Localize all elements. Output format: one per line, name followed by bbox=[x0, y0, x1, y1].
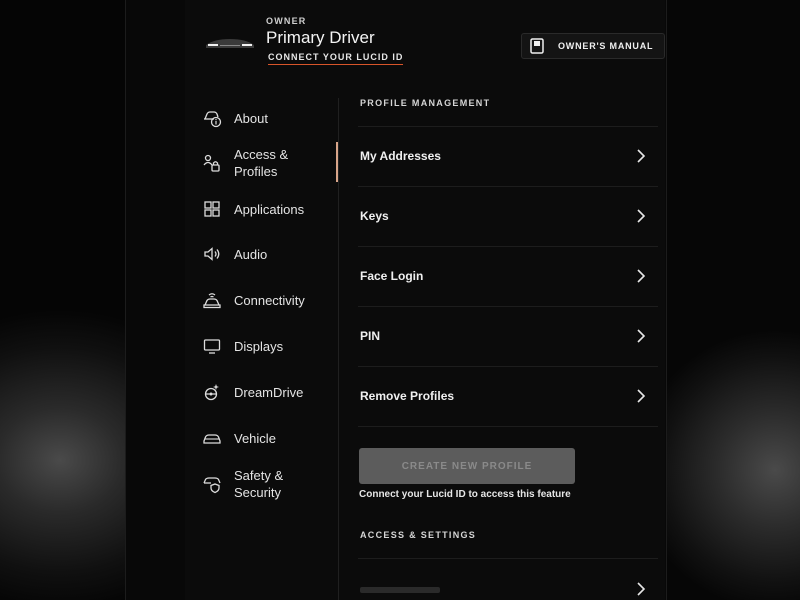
owners-manual-button[interactable]: OWNER'S MANUAL bbox=[521, 33, 665, 59]
create-profile-note: Connect your Lucid ID to access this fea… bbox=[359, 489, 571, 500]
car-icon bbox=[203, 434, 221, 444]
sidebar-item-label: Connectivity bbox=[234, 292, 305, 308]
speaker-icon bbox=[204, 247, 220, 261]
sidebar-item-label: Safety & Security bbox=[234, 468, 284, 500]
sidebar-item-label: Applications bbox=[234, 201, 305, 217]
monitor-icon bbox=[203, 339, 221, 354]
sidebar-item-label: Vehicle bbox=[234, 430, 276, 446]
sidebar-item-displays[interactable]: Displays bbox=[200, 336, 338, 356]
sidebar-item-access-profiles[interactable]: Access & Profiles bbox=[200, 146, 338, 180]
owner-label: OWNER bbox=[266, 16, 307, 26]
access-settings-title: ACCESS & SETTINGS bbox=[360, 530, 477, 540]
chevron-right-icon bbox=[637, 389, 646, 403]
chevron-right-icon bbox=[637, 582, 646, 596]
row-face-login[interactable]: Face Login bbox=[358, 246, 658, 306]
profiles-lock-icon bbox=[203, 154, 220, 172]
row-label: Face Login bbox=[360, 269, 424, 283]
sidebar-item-label: Audio bbox=[234, 246, 268, 262]
row-my-addresses[interactable]: My Addresses bbox=[358, 126, 658, 186]
sidebar-item-label: Access & Profiles bbox=[234, 147, 289, 179]
owners-manual-label: OWNER'S MANUAL bbox=[558, 41, 654, 51]
interior-right bbox=[665, 0, 800, 600]
row-label: My Addresses bbox=[360, 149, 441, 163]
car-info-icon bbox=[204, 111, 222, 128]
row-pin[interactable]: PIN bbox=[358, 306, 658, 366]
sidebar-item-label: DreamDrive bbox=[234, 384, 304, 400]
grid-icon bbox=[204, 201, 220, 217]
sidebar-item-audio[interactable]: Audio bbox=[200, 244, 338, 264]
create-new-profile-button[interactable]: CREATE NEW PROFILE bbox=[359, 448, 575, 484]
profile-management-title: PROFILE MANAGEMENT bbox=[360, 98, 491, 108]
sidebar-item-label: About bbox=[234, 110, 268, 126]
row-label: PIN bbox=[360, 329, 381, 343]
sidebar-item-vehicle[interactable]: Vehicle bbox=[200, 428, 338, 448]
sidebar-item-connectivity[interactable]: Connectivity bbox=[200, 290, 338, 310]
row-keys[interactable]: Keys bbox=[358, 186, 658, 246]
row-divider bbox=[358, 426, 658, 427]
owner-name: Primary Driver bbox=[266, 28, 375, 47]
row-label: Remove Profiles bbox=[360, 389, 455, 403]
connect-lucid-id-link[interactable]: CONNECT YOUR LUCID ID bbox=[268, 52, 404, 65]
sidebar-item-applications[interactable]: Applications bbox=[200, 199, 338, 219]
book-icon bbox=[530, 38, 544, 54]
row-label: Keys bbox=[360, 209, 389, 223]
sidebar-item-safety-security[interactable]: Safety & Security bbox=[200, 467, 338, 501]
cropped-row-label bbox=[360, 587, 440, 593]
row-partially-visible[interactable] bbox=[358, 558, 658, 600]
chevron-right-icon bbox=[637, 329, 646, 343]
steering-sparkle-icon bbox=[204, 384, 219, 401]
row-remove-profiles[interactable]: Remove Profiles bbox=[358, 366, 658, 426]
sidebar-item-label: Displays bbox=[234, 338, 284, 354]
chevron-right-icon bbox=[637, 269, 646, 283]
car-thumbnail-icon bbox=[206, 39, 254, 48]
sidebar-item-about[interactable]: About bbox=[200, 108, 338, 128]
car-signal-icon bbox=[203, 293, 221, 309]
sidebar-item-dreamdrive[interactable]: DreamDrive bbox=[200, 382, 338, 402]
chevron-right-icon bbox=[637, 209, 646, 223]
chevron-right-icon bbox=[637, 149, 646, 163]
sidebar-divider bbox=[338, 98, 339, 600]
car-shield-icon bbox=[203, 477, 221, 494]
